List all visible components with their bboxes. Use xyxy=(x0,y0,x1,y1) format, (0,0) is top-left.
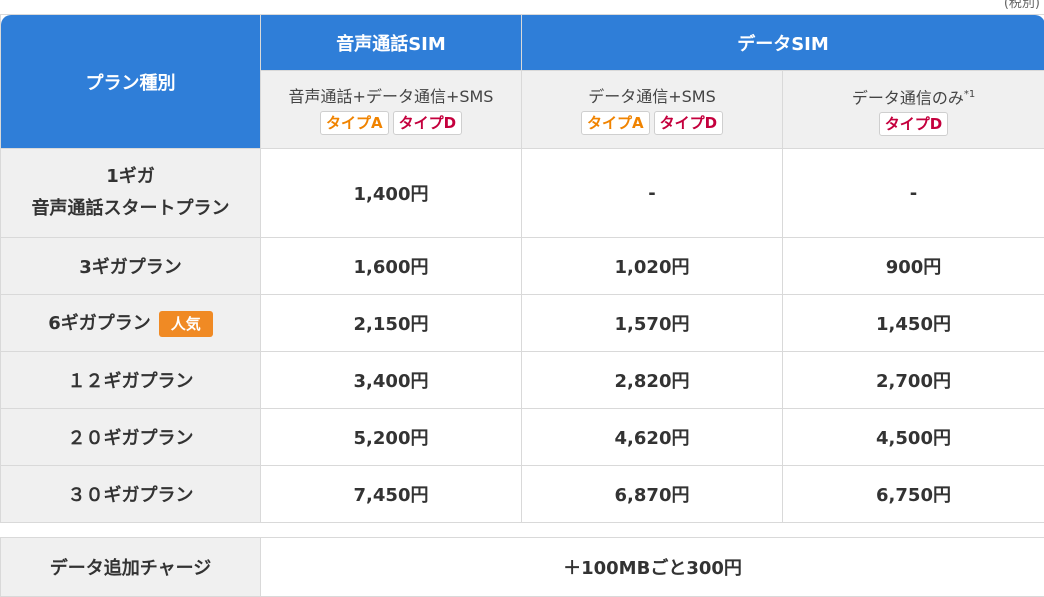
data-charge-table: データ追加チャージ ＋100MBごと300円 xyxy=(0,537,1044,597)
price-cell: 3,400円 xyxy=(261,352,522,409)
price-cell: 7,450円 xyxy=(261,466,522,523)
type-a-badge: タイプA xyxy=(320,111,389,135)
row-label-line1: 1ギガ xyxy=(1,161,260,193)
table-row: 1ギガ 音声通話スタートプラン 1,400円 - - xyxy=(1,149,1044,238)
type-d-badge: タイプD xyxy=(879,112,948,136)
price-cell: 4,500円 xyxy=(783,409,1044,466)
data-sim-header: データSIM xyxy=(522,15,1044,71)
price-cell: 1,400円 xyxy=(261,149,522,238)
price-cell: 1,450円 xyxy=(783,295,1044,352)
table-row: ３０ギガプラン 7,450円 6,870円 6,750円 xyxy=(1,466,1044,523)
table-row: 6ギガプラン人気 2,150円 1,570円 1,450円 xyxy=(1,295,1044,352)
type-d-badge: タイプD xyxy=(393,111,462,135)
price-cell: 1,020円 xyxy=(522,238,783,295)
row-label: ２０ギガプラン xyxy=(1,409,261,466)
row-label-text: 6ギガプラン xyxy=(48,313,151,334)
price-cell: 1,600円 xyxy=(261,238,522,295)
row-label: 3ギガプラン xyxy=(1,238,261,295)
row-label: ３０ギガプラン xyxy=(1,466,261,523)
type-a-badge: タイプA xyxy=(581,111,650,135)
price-cell: 2,150円 xyxy=(261,295,522,352)
sub-header-data-sms: データ通信+SMS タイプAタイプD xyxy=(522,71,783,149)
sub-header-voice-data-sms: 音声通話+データ通信+SMS タイプAタイプD xyxy=(261,71,522,149)
footnote-marker: *1 xyxy=(964,89,975,100)
data-charge-value: ＋100MBごと300円 xyxy=(261,538,1044,597)
price-cell: 1,570円 xyxy=(522,295,783,352)
price-cell: - xyxy=(783,149,1044,238)
sub-header-label: データ通信+SMS xyxy=(522,84,782,110)
price-cell: - xyxy=(522,149,783,238)
data-charge-label: データ追加チャージ xyxy=(1,538,261,597)
type-d-badge: タイプD xyxy=(654,111,723,135)
price-cell: 900円 xyxy=(783,238,1044,295)
row-label: 1ギガ 音声通話スタートプラン xyxy=(1,149,261,238)
sub-header-data-only: データ通信のみ*1 タイプD xyxy=(783,71,1044,149)
price-cell: 4,620円 xyxy=(522,409,783,466)
row-label-line2: 音声通話スタートプラン xyxy=(1,193,260,225)
table-row: ２０ギガプラン 5,200円 4,620円 4,500円 xyxy=(1,409,1044,466)
sub-header-label: 音声通話+データ通信+SMS xyxy=(261,84,521,110)
price-cell: 2,700円 xyxy=(783,352,1044,409)
row-label: １２ギガプラン xyxy=(1,352,261,409)
price-cell: 2,820円 xyxy=(522,352,783,409)
voice-sim-header: 音声通話SIM xyxy=(261,15,522,71)
tax-note: (税別) xyxy=(1004,0,1040,11)
price-cell: 5,200円 xyxy=(261,409,522,466)
popular-badge: 人気 xyxy=(159,311,213,337)
price-cell: 6,870円 xyxy=(522,466,783,523)
plan-type-header: プラン種別 xyxy=(1,15,261,149)
table-row: １２ギガプラン 3,400円 2,820円 2,700円 xyxy=(1,352,1044,409)
price-cell: 6,750円 xyxy=(783,466,1044,523)
plan-price-table: プラン種別 音声通話SIM データSIM 音声通話+データ通信+SMS タイプA… xyxy=(0,14,1044,523)
row-label: 6ギガプラン人気 xyxy=(1,295,261,352)
table-row: 3ギガプラン 1,600円 1,020円 900円 xyxy=(1,238,1044,295)
sub-header-label: データ通信のみ xyxy=(852,88,964,107)
